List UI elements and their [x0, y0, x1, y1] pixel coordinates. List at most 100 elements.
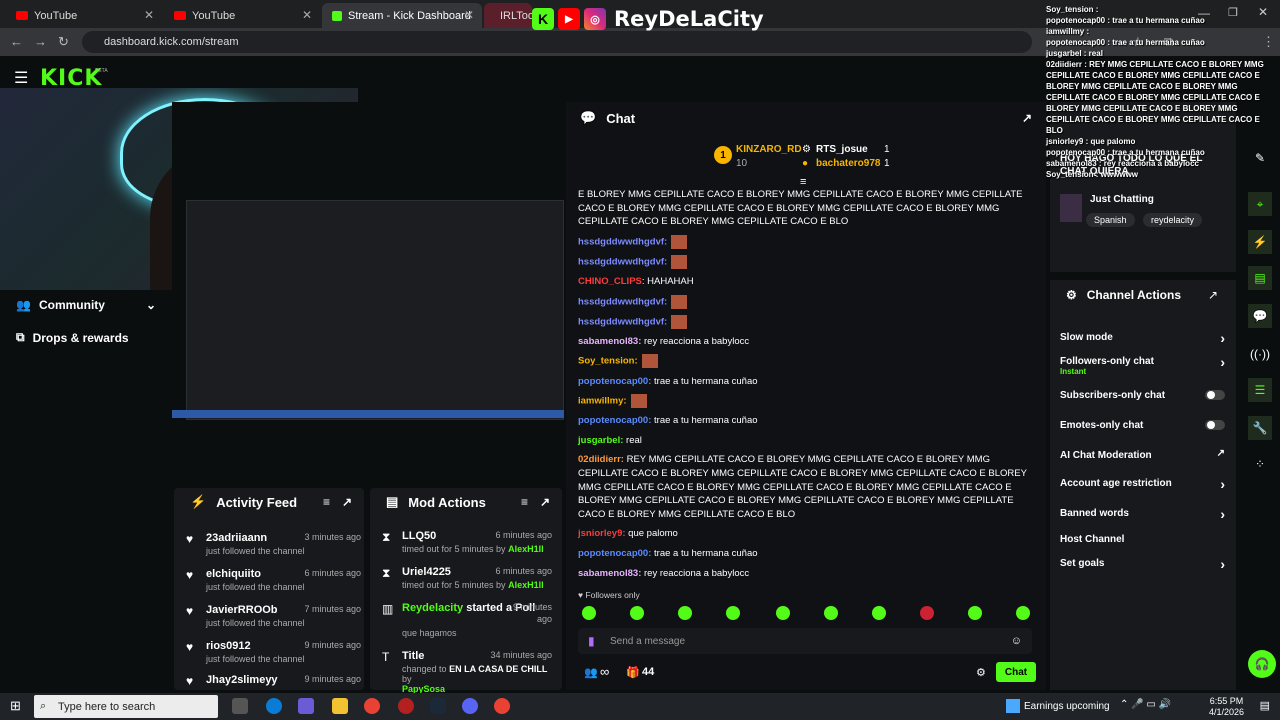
- edge-icon[interactable]: [266, 698, 282, 714]
- emoji-icon[interactable]: ☺: [1011, 635, 1022, 647]
- emote-icon[interactable]: [678, 606, 692, 620]
- channel-action-ai-chat-moderation[interactable]: AI Chat Moderation ↗: [1060, 448, 1225, 461]
- forward-icon[interactable]: →: [34, 34, 47, 49]
- notification-icon[interactable]: ▤: [1260, 699, 1270, 712]
- help-headset-icon[interactable]: 🎧: [1248, 650, 1276, 678]
- browser-tab-youtube-1[interactable]: YouTube ✕: [6, 3, 162, 28]
- channel-action-host-channel[interactable]: Host Channel: [1060, 534, 1225, 545]
- chat-message[interactable]: 02diidierr: REY MMG CEPILLATE CACO E BLO…: [578, 453, 1028, 521]
- settings-gear-icon[interactable]: ⚙: [976, 666, 986, 679]
- chat-message[interactable]: jusgarbel: real: [578, 434, 1028, 448]
- mod-item[interactable]: ⧗ Uriel4225 timed out for 5 minutes by A…: [382, 566, 552, 600]
- weather-text[interactable]: Earnings upcoming: [1024, 701, 1110, 712]
- browser-tab-kick-dashboard[interactable]: Stream - Kick Dashboard ✕: [322, 3, 482, 28]
- chat-message[interactable]: jsniorley9: que palomo: [578, 527, 1028, 541]
- chat-username[interactable]: sabamenol83:: [578, 568, 641, 579]
- obs-icon[interactable]: [398, 698, 414, 714]
- emote-icon[interactable]: [1016, 606, 1030, 620]
- channel-action-account-age-restriction[interactable]: Account age restriction ›: [1060, 476, 1225, 492]
- popout-icon[interactable]: ↗: [1208, 288, 1218, 302]
- chat-bubble-icon[interactable]: 💬: [1248, 304, 1272, 328]
- chat-username[interactable]: hssdgddwwdhgdvf:: [578, 316, 667, 327]
- collapse-icon[interactable]: ≡: [800, 176, 806, 188]
- chat-username[interactable]: Soy_tension:: [578, 356, 638, 367]
- chat-username[interactable]: popotenocap00:: [578, 376, 651, 387]
- chat-message[interactable]: popotenocap00: trae a tu hermana cuñao: [578, 375, 1028, 389]
- file-explorer-icon[interactable]: [332, 698, 348, 714]
- chat-input[interactable]: ▮ Send a message ☺: [578, 628, 1032, 654]
- chat-username[interactable]: jsniorley9:: [578, 528, 626, 539]
- popout-icon[interactable]: ↗: [342, 495, 352, 509]
- emote-icon[interactable]: [872, 606, 886, 620]
- emote-icon[interactable]: [726, 606, 740, 620]
- tag[interactable]: reydelacity: [1142, 213, 1203, 227]
- emote-icon[interactable]: [968, 606, 982, 620]
- taskbar-search[interactable]: ⌕ Type here to search: [34, 695, 218, 718]
- emote-icon[interactable]: [776, 606, 790, 620]
- steam-icon[interactable]: [430, 698, 446, 714]
- browser-tab-irltools[interactable]: IRLTools: [484, 3, 542, 28]
- emote-icon[interactable]: [920, 606, 934, 620]
- toggle-switch[interactable]: [1205, 390, 1225, 400]
- chat-message[interactable]: popotenocap00: trae a tu hermana cuñao: [578, 547, 1028, 561]
- feed-item[interactable]: ♥ JavierRROOb just followed the channel …: [186, 604, 361, 638]
- close-icon[interactable]: ✕: [464, 8, 474, 22]
- channel-action-set-goals[interactable]: Set goals ›: [1060, 556, 1225, 572]
- task-view-icon[interactable]: [232, 698, 248, 714]
- channel-action-subscribers-only-chat[interactable]: Subscribers-only chat: [1060, 390, 1225, 401]
- mod-user[interactable]: Reydelacity: [402, 602, 463, 614]
- chat-message[interactable]: sabamenol83: rey reacciona a babylocc: [578, 335, 1028, 349]
- feed-item[interactable]: ♥ rios0912 just followed the channel 9 m…: [186, 640, 361, 674]
- url-input[interactable]: dashboard.kick.com/stream: [82, 31, 1032, 53]
- mod-item[interactable]: ⧗ LLQ50 timed out for 5 minutes by AlexH…: [382, 530, 552, 564]
- toggle-switch[interactable]: [1205, 420, 1225, 430]
- hamburger-menu-icon[interactable]: ☰: [14, 68, 28, 88]
- chat-message[interactable]: hssdgddwwdhgdvf:: [578, 294, 1028, 309]
- chat-username[interactable]: hssdgddwwdhgdvf:: [578, 236, 667, 247]
- chat-username[interactable]: hssdgddwwdhgdvf:: [578, 296, 667, 307]
- chat-message[interactable]: hssdgddwwdhgdvf:: [578, 314, 1028, 329]
- more-grid-icon[interactable]: ⁘: [1248, 452, 1272, 476]
- browser-tab-youtube-2[interactable]: YouTube ✕: [164, 3, 320, 28]
- feed-item[interactable]: ♥ elchiquiito just followed the channel …: [186, 568, 361, 602]
- channel-action-banned-words[interactable]: Banned words ›: [1060, 506, 1225, 522]
- list-icon[interactable]: ☰: [1248, 378, 1272, 402]
- clock[interactable]: 6:55 PM 4/1/2026: [1209, 696, 1244, 718]
- feed-item[interactable]: ♥ 23adriiaann just followed the channel …: [186, 532, 361, 566]
- chat-username[interactable]: sabamenol83:: [578, 336, 641, 347]
- chat-message[interactable]: E BLOREY MMG CEPILLATE CACO E BLOREY MMG…: [578, 188, 1028, 229]
- channel-action-followers-only-chat[interactable]: Followers-only chat Instant ›: [1060, 354, 1225, 376]
- chrome-icon[interactable]: [494, 698, 510, 714]
- emote-icon[interactable]: [824, 606, 838, 620]
- chat-username[interactable]: popotenocap00:: [578, 415, 651, 426]
- emote-icon[interactable]: [630, 606, 644, 620]
- chrome-icon[interactable]: [364, 698, 380, 714]
- stream-category[interactable]: Just Chatting: [1090, 194, 1154, 205]
- emote-icon[interactable]: [582, 606, 596, 620]
- tray-icons[interactable]: ⌃ 🎤 ▭ 🔊: [1120, 699, 1171, 710]
- chat-message[interactable]: iamwillmy:: [578, 394, 1028, 409]
- chat-message[interactable]: CHINO_CLIPS: HAHAHAH: [578, 275, 1028, 289]
- mod-item[interactable]: ▥ Reydelacity started a Poll que hagamos…: [382, 602, 552, 642]
- broadcast-icon[interactable]: ((·)): [1248, 342, 1272, 366]
- chat-username[interactable]: jusgarbel:: [578, 435, 623, 446]
- clipboard-icon[interactable]: ▤: [1248, 266, 1272, 290]
- reload-icon[interactable]: ↻: [58, 34, 69, 50]
- mod-by[interactable]: AlexH1ll: [508, 580, 544, 590]
- chat-username[interactable]: 02diidierr:: [578, 454, 624, 465]
- discord-icon[interactable]: [462, 698, 478, 714]
- leaderboard-name[interactable]: bachatero978: [816, 158, 880, 169]
- back-icon[interactable]: ←: [10, 34, 23, 49]
- close-icon[interactable]: ✕: [302, 8, 312, 22]
- sidebar-item-drops[interactable]: ⧉ Drops & rewards: [16, 330, 129, 345]
- chat-send-button[interactable]: Chat: [996, 662, 1036, 682]
- crosshair-icon[interactable]: ⌖: [1248, 192, 1272, 216]
- copilot-icon[interactable]: [298, 698, 314, 714]
- mod-item[interactable]: T Title changed to EN LA CASA DE CHILL b…: [382, 650, 552, 694]
- channel-action-slow-mode[interactable]: Slow mode ›: [1060, 330, 1225, 346]
- chat-username[interactable]: popotenocap00:: [578, 548, 651, 559]
- chat-message[interactable]: sabamenol83: rey reacciona a babylocc: [578, 567, 1028, 581]
- popout-icon[interactable]: ↗: [1022, 111, 1032, 125]
- bolt-icon[interactable]: ⚡: [1248, 230, 1272, 254]
- channel-action-emotes-only-chat[interactable]: Emotes-only chat: [1060, 420, 1225, 431]
